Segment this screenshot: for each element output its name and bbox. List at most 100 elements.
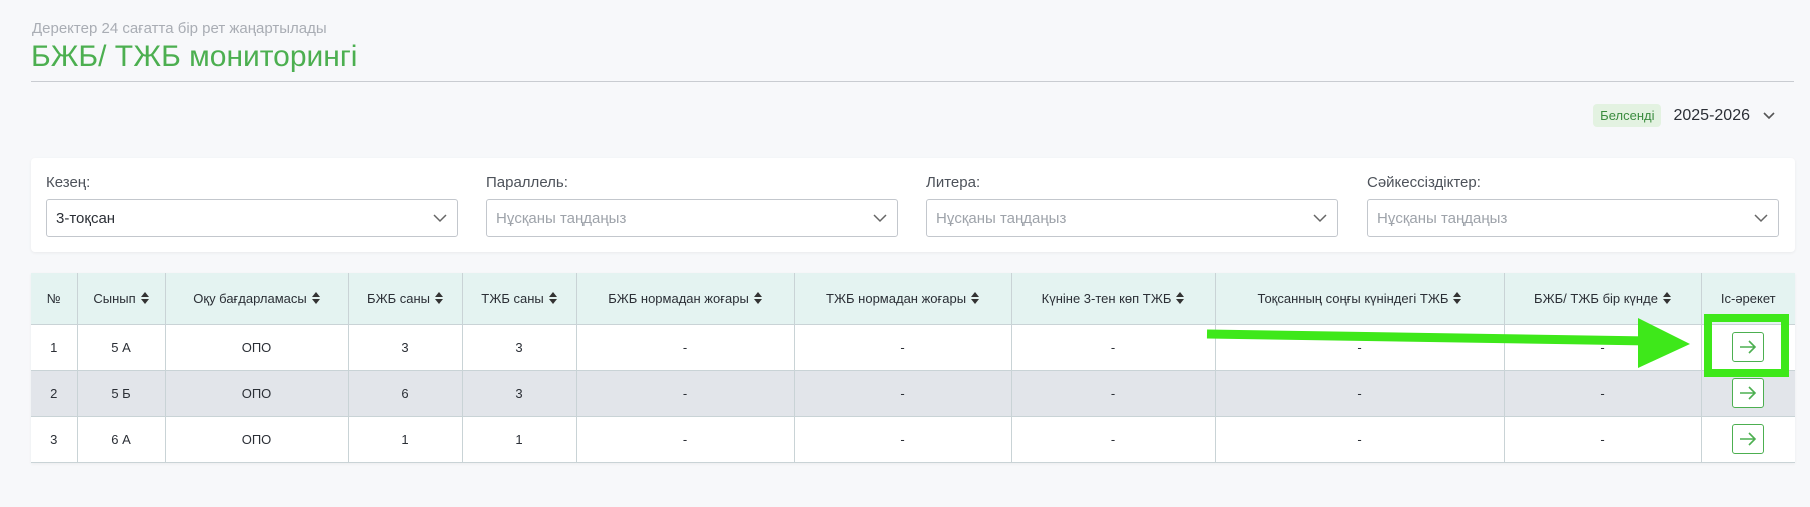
open-details-button[interactable] <box>1732 378 1765 408</box>
year-select[interactable]: 2025-2026 <box>1673 107 1776 125</box>
sort-icon <box>140 291 149 304</box>
filter-period-label: Кезең: <box>46 174 91 191</box>
sort-icon <box>548 291 557 304</box>
cell-tjb-over-norm: - <box>794 416 1012 463</box>
cell-bjb-count: 1 <box>348 416 463 463</box>
open-details-button[interactable] <box>1732 424 1765 454</box>
col-header-program[interactable]: Оқу бағдарламасы <box>165 273 349 325</box>
col-header-tjb-last-day[interactable]: Тоқсанның соңғы күніндегі ТЖБ <box>1215 273 1505 325</box>
mismatches-select-placeholder: Нұсқаны таңдаңыз <box>1377 209 1508 227</box>
cell-number: 3 <box>31 416 78 463</box>
col-header-tjb-over-norm[interactable]: ТЖБ нормадан жоғары <box>794 273 1012 325</box>
cell-tjb-count: 3 <box>462 370 577 417</box>
sort-icon <box>1176 291 1185 304</box>
page-subtitle: Деректер 24 сағатта бір рет жаңартылады <box>32 20 327 37</box>
cell-bjb-over-norm: - <box>576 416 795 463</box>
col-header-label: Іс-әрекет <box>1720 290 1776 306</box>
table-header-row: № Сынып Оқу бағдарламасы БЖБ саны ТЖБ са… <box>31 273 1795 325</box>
period-select-value: 3-тоқсан <box>56 209 116 227</box>
table-row: 3 6 А ОПО 1 1 - - - - - <box>31 416 1795 463</box>
filter-mismatches-label: Сәйкессіздіктер: <box>1367 174 1481 191</box>
cell-tjb-over-norm: - <box>794 370 1012 417</box>
cell-bjb-over-norm: - <box>576 370 795 417</box>
col-header-number: № <box>31 273 78 325</box>
cell-tjb-daily: - <box>1011 370 1216 417</box>
year-value: 2025-2026 <box>1673 106 1750 124</box>
sort-icon <box>311 291 320 304</box>
title-divider <box>31 81 1794 82</box>
chevron-down-icon <box>1763 111 1775 119</box>
monitoring-table: № Сынып Оқу бағдарламасы БЖБ саны ТЖБ са… <box>31 273 1795 463</box>
col-header-label: БЖБ саны <box>367 290 430 306</box>
cell-program: ОПО <box>165 324 349 371</box>
filter-parallel-label: Параллель: <box>486 174 568 191</box>
col-header-bjb-over-norm[interactable]: БЖБ нормадан жоғары <box>576 273 795 325</box>
cell-tjb-over-norm: - <box>794 324 1012 371</box>
cell-tjb-count: 1 <box>462 416 577 463</box>
period-select[interactable]: 3-тоқсан <box>46 199 458 237</box>
sort-icon <box>434 291 443 304</box>
cell-bjb-count: 3 <box>348 324 463 371</box>
chevron-down-icon <box>1754 214 1768 223</box>
sort-icon <box>1453 291 1462 304</box>
col-header-label: ТЖБ саны <box>481 290 544 306</box>
cell-number: 1 <box>31 324 78 371</box>
col-header-label: Тоқсанның соңғы күніндегі ТЖБ <box>1257 290 1449 306</box>
cell-tjb-daily: - <box>1011 324 1216 371</box>
parallel-select[interactable]: Нұсқаны таңдаңыз <box>486 199 898 237</box>
filter-panel: Кезең: 3-тоқсан Параллель: Нұсқаны таңда… <box>31 158 1795 252</box>
table-row: 1 5 А ОПО 3 3 - - - - - <box>31 324 1795 371</box>
col-header-bjb-count[interactable]: БЖБ саны <box>348 273 463 325</box>
cell-program: ОПО <box>165 370 349 417</box>
filter-litera: Литера: Нұсқаны таңдаңыз <box>926 174 1338 237</box>
cell-number: 2 <box>31 370 78 417</box>
cell-class: 6 А <box>77 416 166 463</box>
chevron-down-icon <box>433 214 447 223</box>
sort-icon <box>1662 291 1671 304</box>
cell-action <box>1701 416 1795 463</box>
page-title: БЖБ/ ТЖБ мониторингі <box>31 40 358 73</box>
open-details-button[interactable] <box>1732 332 1765 362</box>
cell-tjb-count: 3 <box>462 324 577 371</box>
col-header-label: Оқу бағдарламасы <box>193 290 307 306</box>
monitoring-table-container: № Сынып Оқу бағдарламасы БЖБ саны ТЖБ са… <box>31 273 1795 463</box>
litera-select[interactable]: Нұсқаны таңдаңыз <box>926 199 1338 237</box>
col-header-tjb-count[interactable]: ТЖБ саны <box>462 273 577 325</box>
filter-parallel: Параллель: Нұсқаны таңдаңыз <box>486 174 898 237</box>
cell-action <box>1701 324 1795 371</box>
col-header-same-day[interactable]: БЖБ/ ТЖБ бір күнде <box>1504 273 1702 325</box>
col-header-tjb-daily[interactable]: Күніне 3-тен көп ТЖБ <box>1011 273 1216 325</box>
arrow-right-icon <box>1740 432 1757 446</box>
filter-litera-label: Литера: <box>926 174 981 191</box>
cell-action <box>1701 370 1795 417</box>
col-header-label: № <box>46 290 61 306</box>
cell-tjb-daily: - <box>1011 416 1216 463</box>
chevron-down-icon <box>1313 214 1327 223</box>
arrow-right-icon <box>1740 340 1757 354</box>
col-header-label: БЖБ нормадан жоғары <box>608 290 749 306</box>
col-header-label: ТЖБ нормадан жоғары <box>825 290 967 306</box>
cell-program: ОПО <box>165 416 349 463</box>
arrow-right-icon <box>1740 386 1757 400</box>
table-row: 2 5 Б ОПО 6 3 - - - - - <box>31 370 1795 417</box>
filter-mismatches: Сәйкессіздіктер: Нұсқаны таңдаңыз <box>1367 174 1779 237</box>
col-header-label: Күніне 3-тен көп ТЖБ <box>1041 290 1172 306</box>
cell-class: 5 А <box>77 324 166 371</box>
filter-period: Кезең: 3-тоқсан <box>46 174 458 237</box>
cell-bjb-count: 6 <box>348 370 463 417</box>
cell-same-day: - <box>1504 416 1702 463</box>
cell-same-day: - <box>1504 370 1702 417</box>
litera-select-placeholder: Нұсқаны таңдаңыз <box>936 209 1067 227</box>
col-header-action: Іс-әрекет <box>1701 273 1795 325</box>
col-header-class[interactable]: Сынып <box>77 273 166 325</box>
cell-class: 5 Б <box>77 370 166 417</box>
sort-icon <box>971 291 980 304</box>
sort-icon <box>753 291 762 304</box>
parallel-select-placeholder: Нұсқаны таңдаңыз <box>496 209 627 227</box>
col-header-label: Сынып <box>93 290 136 306</box>
mismatches-select[interactable]: Нұсқаны таңдаңыз <box>1367 199 1779 237</box>
chevron-down-icon <box>873 214 887 223</box>
active-badge: Белсенді <box>1593 104 1662 127</box>
cell-bjb-over-norm: - <box>576 324 795 371</box>
year-selector-area: Белсенді 2025-2026 <box>1593 104 1776 127</box>
